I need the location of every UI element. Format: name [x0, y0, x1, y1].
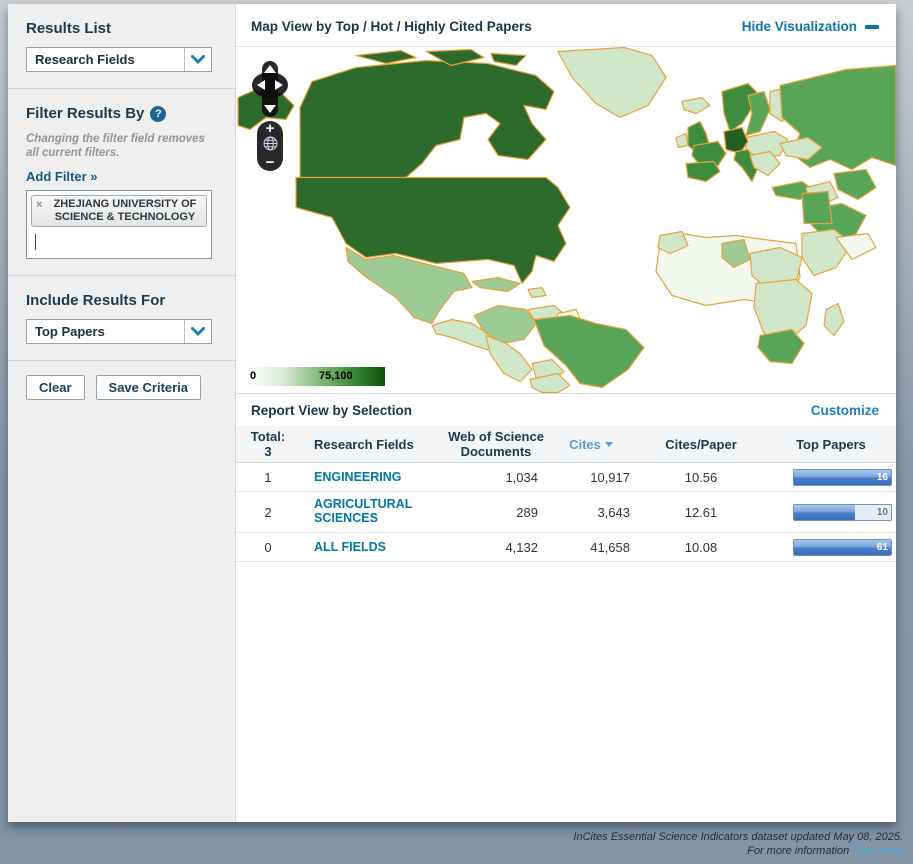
field-link[interactable]: AGRICULTURAL SCIENCES — [314, 497, 424, 525]
legend-max-value: 75,100 — [319, 370, 353, 382]
sort-descending-icon — [605, 442, 613, 447]
top-papers-value: 16 — [877, 472, 888, 483]
include-results-heading: Include Results For — [26, 292, 219, 309]
field-link[interactable]: ENGINEERING — [314, 470, 402, 484]
top-papers-bar: 61 — [793, 539, 892, 556]
top-papers-bar: 10 — [793, 504, 892, 521]
cites-value: 41,658 — [546, 540, 636, 555]
column-header-research-fields: Research Fields — [300, 437, 446, 452]
results-list-selected-value: Research Fields — [27, 48, 184, 71]
column-header-cites-per-paper: Cites/Paper — [636, 437, 766, 452]
table-header-row: Total: 3 Research Fields Web of Science … — [236, 426, 896, 463]
map-region-ireland[interactable] — [676, 134, 688, 148]
table-row: 1 ENGINEERING 1,034 10,917 10.56 16 — [236, 463, 896, 492]
top-papers-value: 61 — [877, 542, 888, 553]
filter-note: Changing the filter field removes all cu… — [26, 132, 219, 160]
page-background: Results List Research Fields Filter Resu… — [0, 0, 913, 864]
report-view-title: Report View by Selection — [251, 403, 412, 418]
click-here-link[interactable]: Click Here — [852, 845, 903, 857]
map-region-iran[interactable] — [834, 170, 876, 200]
filter-tag[interactable]: × ZHEJIANG UNIVERSITY OF SCIENCE & TECHN… — [31, 195, 207, 227]
column-header-cites: Cites — [546, 437, 636, 452]
results-list-dropdown[interactable]: Research Fields — [26, 47, 212, 72]
map-region-arctic-island[interactable] — [491, 54, 526, 66]
cites-value: 10,917 — [546, 470, 636, 485]
include-results-selected-value: Top Papers — [27, 320, 184, 343]
help-icon[interactable]: ? — [150, 106, 166, 122]
zoom-in-button[interactable]: + — [266, 122, 275, 136]
clear-button[interactable]: Clear — [26, 375, 85, 400]
map-pan-control[interactable] — [252, 61, 288, 122]
footer-dataset-note: InCites Essential Science Indicators dat… — [573, 831, 903, 845]
filter-input-box[interactable]: × ZHEJIANG UNIVERSITY OF SCIENCE & TECHN… — [26, 190, 212, 259]
top-papers-value: 10 — [877, 507, 888, 518]
customize-link[interactable]: Customize — [811, 403, 879, 418]
map-region-sweden[interactable] — [746, 92, 770, 136]
empty-area — [236, 562, 896, 822]
zoom-out-button[interactable]: − — [266, 156, 275, 170]
map-region-egypt[interactable] — [802, 192, 832, 224]
map-region-iceland[interactable] — [682, 98, 710, 114]
results-list-heading: Results List — [26, 20, 219, 37]
field-link[interactable]: ALL FIELDS — [314, 540, 386, 554]
legend-min-value: 0 — [250, 370, 256, 382]
add-filter-link[interactable]: Add Filter » — [26, 169, 98, 184]
map-region-spain[interactable] — [686, 162, 720, 182]
table-row: 0 ALL FIELDS 4,132 41,658 10.08 61 — [236, 533, 896, 562]
table-row: 2 AGRICULTURAL SCIENCES 289 3,643 12.61 … — [236, 492, 896, 533]
map-region-cuba[interactable] — [472, 278, 520, 292]
top-papers-bar: 16 — [793, 469, 892, 486]
map-region-greenland[interactable] — [558, 48, 666, 118]
globe-icon[interactable] — [263, 136, 278, 156]
cites-value: 3,643 — [546, 505, 636, 520]
map-region-arctic-island[interactable] — [356, 51, 416, 64]
cites-per-paper-value: 10.56 — [636, 470, 766, 485]
cites-sort-link[interactable]: Cites — [569, 437, 613, 452]
filter-heading: Filter Results By — [26, 105, 144, 122]
include-results-section: Include Results For Top Papers — [8, 276, 235, 360]
map-panel-header: Map View by Top / Hot / Highly Cited Pap… — [236, 4, 896, 46]
total-header: Total: 3 — [236, 429, 300, 459]
report-table: Total: 3 Research Fields Web of Science … — [236, 426, 896, 562]
results-list-section: Results List Research Fields — [8, 4, 235, 88]
map-zoom-control[interactable]: + − — [257, 121, 283, 171]
cites-per-paper-value: 12.61 — [636, 505, 766, 520]
documents-value: 289 — [446, 505, 546, 520]
cites-per-paper-value: 10.08 — [636, 540, 766, 555]
sidebar: Results List Research Fields Filter Resu… — [8, 4, 236, 822]
rank-value: 2 — [236, 505, 300, 520]
documents-value: 4,132 — [446, 540, 546, 555]
main-panel: Map View by Top / Hot / Highly Cited Pap… — [236, 4, 896, 822]
sidebar-buttons: Clear Save Criteria — [8, 361, 235, 416]
map-legend: 0 75,100 — [247, 367, 385, 386]
include-results-dropdown[interactable]: Top Papers — [26, 319, 212, 344]
hide-visualization-link[interactable]: Hide Visualization — [742, 19, 879, 34]
documents-value: 1,034 — [446, 470, 546, 485]
column-header-top-papers: Top Papers — [766, 437, 896, 452]
map-view-title: Map View by Top / Hot / Highly Cited Pap… — [251, 19, 532, 34]
map-region-hispaniola[interactable] — [528, 288, 546, 298]
rank-value: 1 — [236, 470, 300, 485]
report-panel-header: Report View by Selection Customize — [236, 393, 896, 426]
column-header-documents: Web of Science Documents — [446, 429, 546, 459]
footer: InCites Essential Science Indicators dat… — [573, 831, 903, 858]
chevron-down-icon[interactable] — [184, 48, 211, 71]
rank-value: 0 — [236, 540, 300, 555]
filter-section: Filter Results By ? Changing the filter … — [8, 89, 235, 275]
footer-info-line: For more information Click Here — [573, 845, 903, 859]
map-region-canada[interactable] — [300, 61, 554, 178]
remove-filter-icon[interactable]: × — [36, 199, 42, 211]
filter-tag-label: ZHEJIANG UNIVERSITY OF SCIENCE & TECHNOL… — [48, 198, 202, 223]
save-criteria-button[interactable]: Save Criteria — [96, 375, 202, 400]
bar-fill — [794, 505, 855, 520]
map-region-south-africa[interactable] — [758, 330, 804, 364]
text-cursor — [35, 234, 36, 250]
chevron-down-icon[interactable] — [184, 320, 211, 343]
choropleth-map[interactable] — [236, 47, 896, 393]
minus-icon — [865, 25, 879, 29]
world-map[interactable]: + − 0 75,100 — [236, 46, 896, 393]
map-region-madagascar[interactable] — [824, 304, 844, 336]
app-window: Results List Research Fields Filter Resu… — [8, 4, 896, 822]
